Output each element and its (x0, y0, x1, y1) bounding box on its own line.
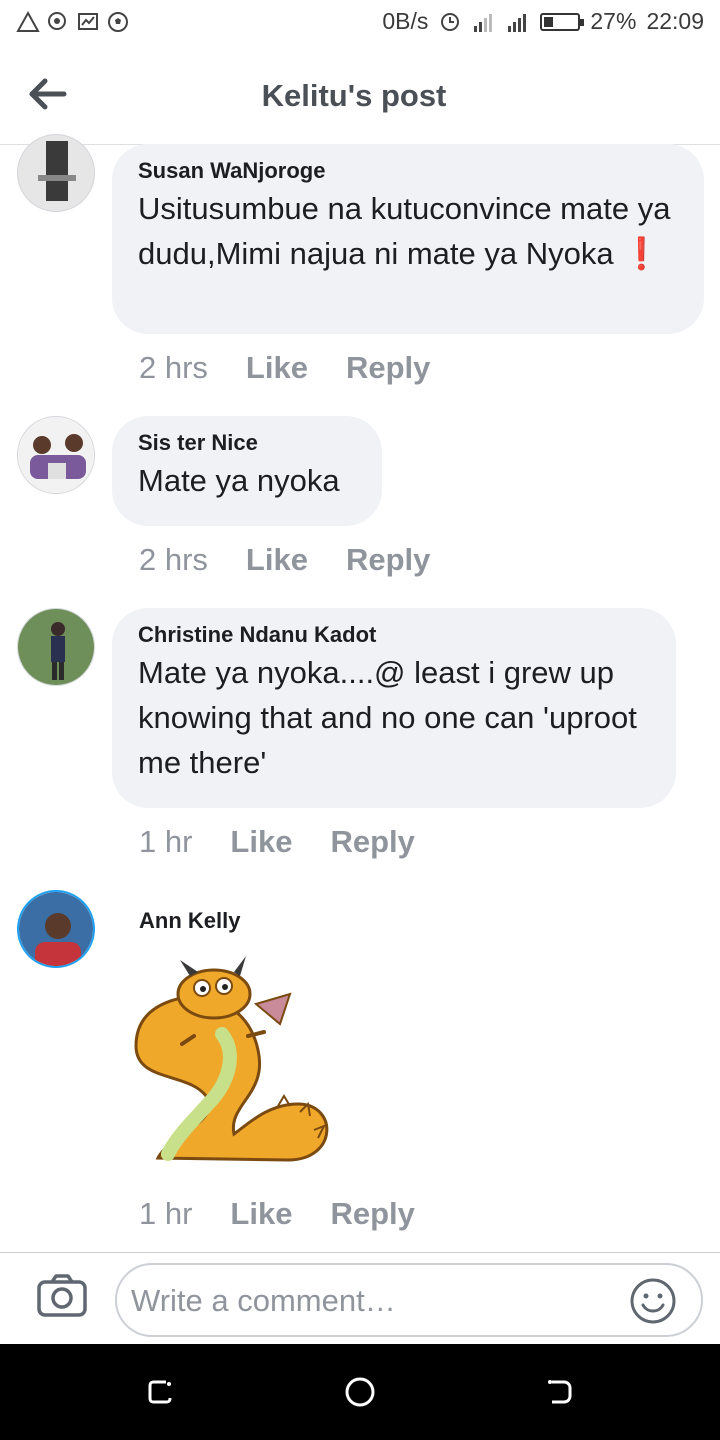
chat-icon (48, 12, 66, 30)
comment-text: Mate ya nyoka (138, 463, 340, 498)
comment-author[interactable]: Christine Ndanu Kadot (138, 620, 650, 650)
comment-actions: 1 hr Like Reply (139, 824, 415, 860)
comment-text: Usitusumbue na kutuconvince mate ya dudu… (138, 191, 671, 271)
reply-button[interactable]: Reply (346, 350, 430, 386)
dragon-sticker[interactable] (128, 954, 338, 1168)
like-button[interactable]: Like (246, 350, 308, 386)
comment-text: Mate ya nyoka....@ least i grew up knowi… (138, 655, 637, 780)
comment-composer: Write a comment… (0, 1252, 720, 1345)
battery-percent: 27% (590, 8, 637, 34)
comment-author[interactable]: Ann Kelly (139, 908, 240, 934)
football-icon (108, 12, 128, 32)
reply-button[interactable]: Reply (330, 824, 414, 860)
page-title: Kelitu's post (261, 78, 447, 113)
group-photo-icon (18, 417, 94, 493)
person-photo-icon (18, 609, 94, 685)
status-bar: 0B/s 27% 22:09 (0, 0, 720, 48)
system-status: 0B/s 27% 22:09 (382, 8, 704, 35)
like-button[interactable]: Like (246, 542, 308, 578)
comment-placeholder: Write a comment… (131, 1283, 396, 1318)
back-icon[interactable] (542, 1374, 578, 1410)
avatar[interactable] (17, 416, 95, 494)
page-header: Kelitu's post (0, 48, 720, 145)
camera-icon[interactable] (36, 1273, 88, 1319)
avatar[interactable] (17, 608, 95, 686)
comment-actions: 2 hrs Like Reply (139, 542, 430, 578)
person-photo-icon (19, 892, 93, 966)
reply-button[interactable]: Reply (330, 1196, 414, 1232)
recent-apps-icon[interactable] (142, 1374, 178, 1410)
data-saver-icon (441, 12, 460, 31)
avatar[interactable] (17, 890, 95, 968)
comment-bubble[interactable]: Christine Ndanu Kadot Mate ya nyoka....@… (112, 608, 676, 808)
person-photo-icon (18, 135, 94, 211)
warning-icon (16, 10, 40, 32)
clock: 22:09 (646, 8, 704, 34)
comment-time: 1 hr (139, 1196, 193, 1231)
comment-time: 2 hrs (139, 542, 208, 577)
reply-button[interactable]: Reply (346, 542, 430, 578)
like-button[interactable]: Like (230, 1196, 292, 1232)
comment-actions: 1 hr Like Reply (139, 1196, 415, 1232)
avatar[interactable] (17, 134, 95, 212)
notification-icons (16, 10, 130, 34)
home-icon[interactable] (342, 1374, 378, 1410)
comment-time: 2 hrs (139, 350, 208, 385)
signal-2-icon (508, 13, 527, 32)
comment-author[interactable]: Sis ter Nice (138, 428, 356, 458)
smiley-icon[interactable] (629, 1277, 677, 1325)
comment-bubble[interactable]: Susan WaNjoroge Usitusumbue na kutuconvi… (112, 144, 704, 334)
comment-actions: 2 hrs Like Reply (139, 350, 430, 386)
screencast-icon (78, 13, 98, 30)
system-nav-bar (0, 1344, 720, 1440)
signal-icon (474, 13, 493, 32)
comment-time: 1 hr (139, 824, 193, 859)
net-speed: 0B/s (382, 8, 429, 34)
like-button[interactable]: Like (230, 824, 292, 860)
exclamation-emoji: ❗ (622, 236, 661, 271)
comment-bubble[interactable]: Sis ter Nice Mate ya nyoka (112, 416, 382, 526)
comment-author[interactable]: Susan WaNjoroge (138, 156, 678, 186)
comment-input[interactable]: Write a comment… (115, 1263, 703, 1337)
battery-icon (540, 12, 585, 31)
